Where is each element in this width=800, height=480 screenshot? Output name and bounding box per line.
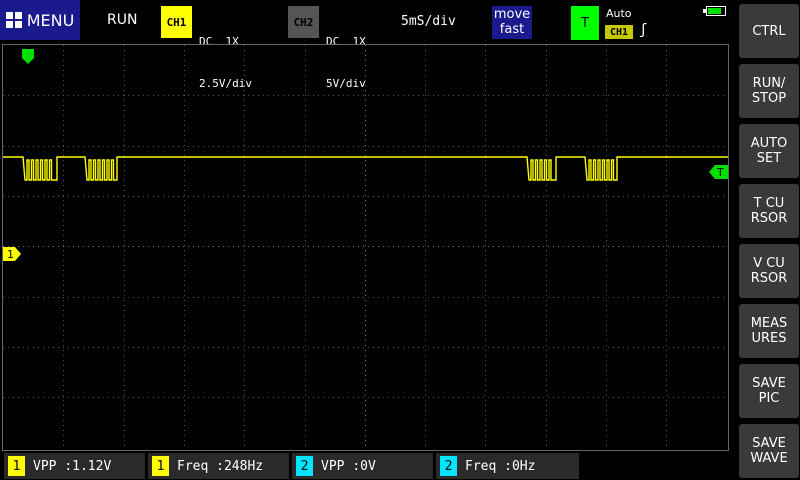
- ch2-badge[interactable]: CH2: [288, 6, 319, 38]
- move-speed-button[interactable]: move fast: [492, 6, 532, 39]
- menu-button[interactable]: MENU: [0, 0, 80, 40]
- move-label: move: [493, 7, 531, 22]
- measurement-label: Freq: [465, 458, 497, 474]
- rising-edge-icon: ʃ: [639, 22, 648, 38]
- grid: [3, 45, 728, 450]
- timebase[interactable]: 5mS/div: [401, 14, 456, 29]
- menu-label: MENU: [26, 10, 75, 30]
- v-cursor-button[interactable]: V CU RSOR: [739, 244, 799, 298]
- measurement-ch1-vpp[interactable]: 1 VPP :1.12V: [4, 453, 145, 479]
- measurement-channel-badge: 1: [152, 456, 169, 476]
- trigger-source[interactable]: CH1: [605, 25, 633, 39]
- measurement-value: :0Hz: [504, 458, 536, 474]
- measurement-value: :248Hz: [216, 458, 264, 474]
- auto-set-button[interactable]: AUTO SET: [739, 124, 799, 178]
- measurement-label: Freq: [177, 458, 209, 474]
- measurement-value: :1.12V: [64, 458, 112, 474]
- measurement-channel-badge: 2: [296, 456, 313, 476]
- trigger-badge[interactable]: T: [571, 6, 599, 40]
- measurement-channel-badge: 2: [440, 456, 457, 476]
- save-pic-button[interactable]: SAVE PIC: [739, 364, 799, 418]
- measurement-ch1-freq[interactable]: 1 Freq :248Hz: [148, 453, 289, 479]
- measurement-ch2-vpp[interactable]: 2 VPP :0V: [292, 453, 433, 479]
- ch1-level-marker-label: 1: [7, 248, 14, 261]
- ch1-badge[interactable]: CH1: [161, 6, 192, 38]
- move-speed-label: fast: [499, 22, 525, 37]
- t-cursor-button[interactable]: T CU RSOR: [739, 184, 799, 238]
- battery-level: [708, 8, 721, 14]
- ctrl-button[interactable]: CTRL: [739, 4, 799, 58]
- run-stop-button[interactable]: RUN/ STOP: [739, 64, 799, 118]
- trigger-position-marker[interactable]: [22, 49, 34, 64]
- measurement-value: :0V: [352, 458, 376, 474]
- trigger-level-marker-label: T: [716, 166, 724, 179]
- waveform-display[interactable]: 1 T: [2, 44, 729, 451]
- measurement-ch2-freq[interactable]: 2 Freq :0Hz: [436, 453, 579, 479]
- measurement-label: VPP: [33, 458, 57, 474]
- measurement-label: VPP: [321, 458, 345, 474]
- top-status-bar: MENU RUN CH1 DC 1X 2.5V/div CH2 DC 1X 5V…: [0, 0, 733, 90]
- side-menu: CTRL RUN/ STOP AUTO SET T CU RSOR V CU R…: [737, 0, 800, 480]
- measurement-channel-badge: 1: [8, 456, 25, 476]
- waveform-canvas: 1 T: [3, 45, 728, 450]
- run-status: RUN: [107, 12, 138, 28]
- grid-menu-icon: [5, 12, 22, 28]
- save-wave-button[interactable]: SAVE WAVE: [739, 424, 799, 478]
- battery-icon: [703, 6, 726, 16]
- measures-button[interactable]: MEAS URES: [739, 304, 799, 358]
- trigger-mode[interactable]: Auto: [606, 7, 632, 20]
